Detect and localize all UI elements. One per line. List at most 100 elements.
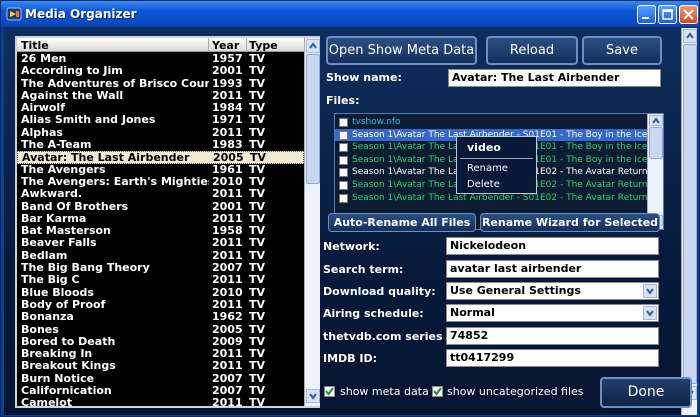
list-item-title: The A-Team bbox=[21, 139, 92, 152]
list-item[interactable]: Bonanza 1962 TV bbox=[17, 311, 304, 323]
file-checkbox[interactable] bbox=[339, 155, 348, 165]
list-item-title: Burn Notice bbox=[21, 372, 95, 385]
list-item-title: Bonanza bbox=[21, 311, 74, 324]
show-list[interactable]: Title Year Type 26 Men 1957 TV According to… bbox=[15, 36, 320, 408]
list-item[interactable]: The A-Team 1983 TV bbox=[17, 139, 304, 151]
column-header-title[interactable]: Title bbox=[21, 39, 49, 52]
close-button[interactable] bbox=[679, 5, 698, 24]
list-item[interactable]: Band Of Brothers 2001 TV bbox=[17, 201, 304, 213]
file-checkbox[interactable] bbox=[339, 168, 348, 178]
airing-schedule-select[interactable]: Normal bbox=[446, 304, 659, 322]
show-uncategorized-files-checkbox[interactable] bbox=[432, 386, 443, 397]
tvdb-id-input[interactable]: 74852 bbox=[446, 327, 659, 345]
list-item[interactable]: Breakout Kings 2011 TV bbox=[17, 360, 304, 372]
column-header-type[interactable]: Type bbox=[249, 39, 278, 52]
list-item-type: TV bbox=[249, 249, 266, 262]
column-header-year[interactable]: Year bbox=[212, 39, 239, 52]
show-meta-data-label[interactable]: show meta data bbox=[340, 385, 429, 398]
files-label: Files: bbox=[326, 94, 360, 107]
download-quality-dropdown[interactable] bbox=[643, 284, 657, 298]
scroll-thumb[interactable] bbox=[306, 54, 320, 184]
list-item[interactable]: According to Jim 2001 TV bbox=[17, 65, 304, 77]
title-bar[interactable]: Media Organizer bbox=[1, 1, 699, 28]
panel-scroll-up-button[interactable] bbox=[683, 29, 697, 43]
list-item-year: 1962 bbox=[212, 311, 243, 324]
maximize-button[interactable] bbox=[658, 5, 677, 24]
list-item[interactable]: Camelot 2011 TV bbox=[17, 397, 304, 406]
open-show-meta-data-button[interactable]: Open Show Meta Data bbox=[326, 36, 477, 65]
airing-schedule-dropdown[interactable] bbox=[643, 306, 657, 320]
list-item[interactable]: Avatar: The Last Airbender 2005 TV bbox=[17, 151, 304, 164]
list-item-type: TV bbox=[249, 311, 266, 324]
files-scrollbar[interactable] bbox=[647, 114, 663, 229]
save-button[interactable]: Save bbox=[582, 36, 662, 65]
list-item[interactable]: Airwolf 1984 TV bbox=[17, 102, 304, 114]
list-item-year: 2011 bbox=[212, 126, 243, 139]
list-item[interactable]: Bat Masterson 1958 TV bbox=[17, 225, 304, 237]
list-item[interactable]: 26 Men 1957 TV bbox=[17, 53, 304, 65]
search-term-label: Search term: bbox=[323, 263, 404, 276]
files-scroll-thumb[interactable] bbox=[649, 127, 663, 159]
file-item[interactable]: tvshow.nfo bbox=[335, 116, 647, 128]
file-checkbox[interactable] bbox=[339, 181, 348, 190]
list-item[interactable]: Bar Karma 2011 TV bbox=[17, 213, 304, 225]
context-menu-item-rename[interactable]: Rename bbox=[457, 163, 536, 174]
download-quality-select[interactable]: Use General Settings bbox=[446, 282, 659, 300]
list-item[interactable]: Breaking In 2011 TV bbox=[17, 348, 304, 360]
context-menu-item-video[interactable]: video bbox=[457, 141, 536, 154]
show-name-input[interactable]: Avatar: The Last Airbender bbox=[448, 69, 661, 87]
search-term-input[interactable]: avatar last airbender bbox=[446, 260, 659, 278]
list-item[interactable]: Burn Notice 2007 TV bbox=[17, 373, 304, 385]
file-checkbox[interactable] bbox=[339, 193, 348, 203]
files-scroll-up-button[interactable] bbox=[649, 115, 663, 126]
list-item[interactable]: The Big Bang Theory 2007 TV bbox=[17, 262, 304, 274]
panel-scroll-thumb[interactable] bbox=[683, 44, 697, 384]
show-uncategorized-files-label[interactable]: show uncategorized files bbox=[447, 385, 584, 398]
done-button[interactable]: Done bbox=[600, 377, 692, 408]
list-item[interactable]: The Big C 2011 TV bbox=[17, 274, 304, 286]
list-item[interactable]: The Avengers: Earth's Mightiest Her...20… bbox=[17, 176, 304, 188]
file-checkbox[interactable] bbox=[339, 130, 348, 140]
column-divider[interactable] bbox=[246, 38, 247, 52]
list-item-year: 2011 bbox=[212, 360, 243, 373]
list-item-year: 2009 bbox=[212, 335, 243, 348]
list-item[interactable]: Body of Proof 2011 TV bbox=[17, 299, 304, 311]
imdb-id-input[interactable]: tt0417299 bbox=[446, 349, 659, 367]
list-item-title: Blue Bloods bbox=[21, 286, 94, 299]
reload-button[interactable]: Reload bbox=[486, 36, 578, 65]
list-item[interactable]: The Avengers 1961 TV bbox=[17, 164, 304, 176]
list-item-type: TV bbox=[249, 274, 266, 287]
rename-wizard-button[interactable]: Rename Wizard for Selected bbox=[480, 213, 660, 232]
scroll-down-button[interactable] bbox=[306, 389, 320, 403]
client-area: Title Year Type 26 Men 1957 TV According to… bbox=[4, 28, 697, 415]
context-menu-item-delete[interactable]: Delete bbox=[457, 179, 536, 190]
list-item[interactable]: Blue Bloods 2010 TV bbox=[17, 287, 304, 299]
list-item[interactable]: Bored to Death 2009 TV bbox=[17, 336, 304, 348]
list-item-year: 1993 bbox=[212, 77, 243, 90]
list-item[interactable]: The Adventures of Brisco County, Jr.1993… bbox=[17, 78, 304, 90]
column-divider[interactable] bbox=[208, 38, 209, 52]
list-item-title: Californication bbox=[21, 385, 112, 398]
list-item[interactable]: Bedlam 2011 TV bbox=[17, 250, 304, 262]
list-item-year: 2011 bbox=[212, 397, 243, 406]
list-item[interactable]: Alphas 2011 TV bbox=[17, 127, 304, 139]
list-item[interactable]: Californication 2007 TV bbox=[17, 385, 304, 397]
context-menu-divider bbox=[460, 158, 533, 159]
list-item[interactable]: Beaver Falls 2011 TV bbox=[17, 237, 304, 249]
show-meta-data-checkbox[interactable] bbox=[324, 386, 335, 397]
list-scrollbar[interactable] bbox=[304, 38, 320, 406]
list-item[interactable]: Bones 2005 TV bbox=[17, 324, 304, 336]
minimize-button[interactable] bbox=[637, 5, 656, 24]
scroll-up-button[interactable] bbox=[306, 39, 320, 53]
network-input[interactable]: Nickelodeon bbox=[446, 237, 659, 255]
list-item-year: 2010 bbox=[212, 175, 243, 188]
list-item[interactable]: Awkward. 2011 TV bbox=[17, 188, 304, 200]
file-checkbox[interactable] bbox=[339, 143, 348, 153]
list-item[interactable]: Against the Wall 2011 TV bbox=[17, 90, 304, 102]
file-checkbox[interactable] bbox=[339, 118, 348, 127]
list-item-type: TV bbox=[249, 65, 266, 78]
list-item[interactable]: Alias Smith and Jones 1971 TV bbox=[17, 114, 304, 126]
list-item-year: 2011 bbox=[212, 249, 243, 262]
panel-scrollbar[interactable] bbox=[681, 28, 697, 415]
auto-rename-all-files-button[interactable]: Auto-Rename All Files bbox=[328, 213, 476, 232]
